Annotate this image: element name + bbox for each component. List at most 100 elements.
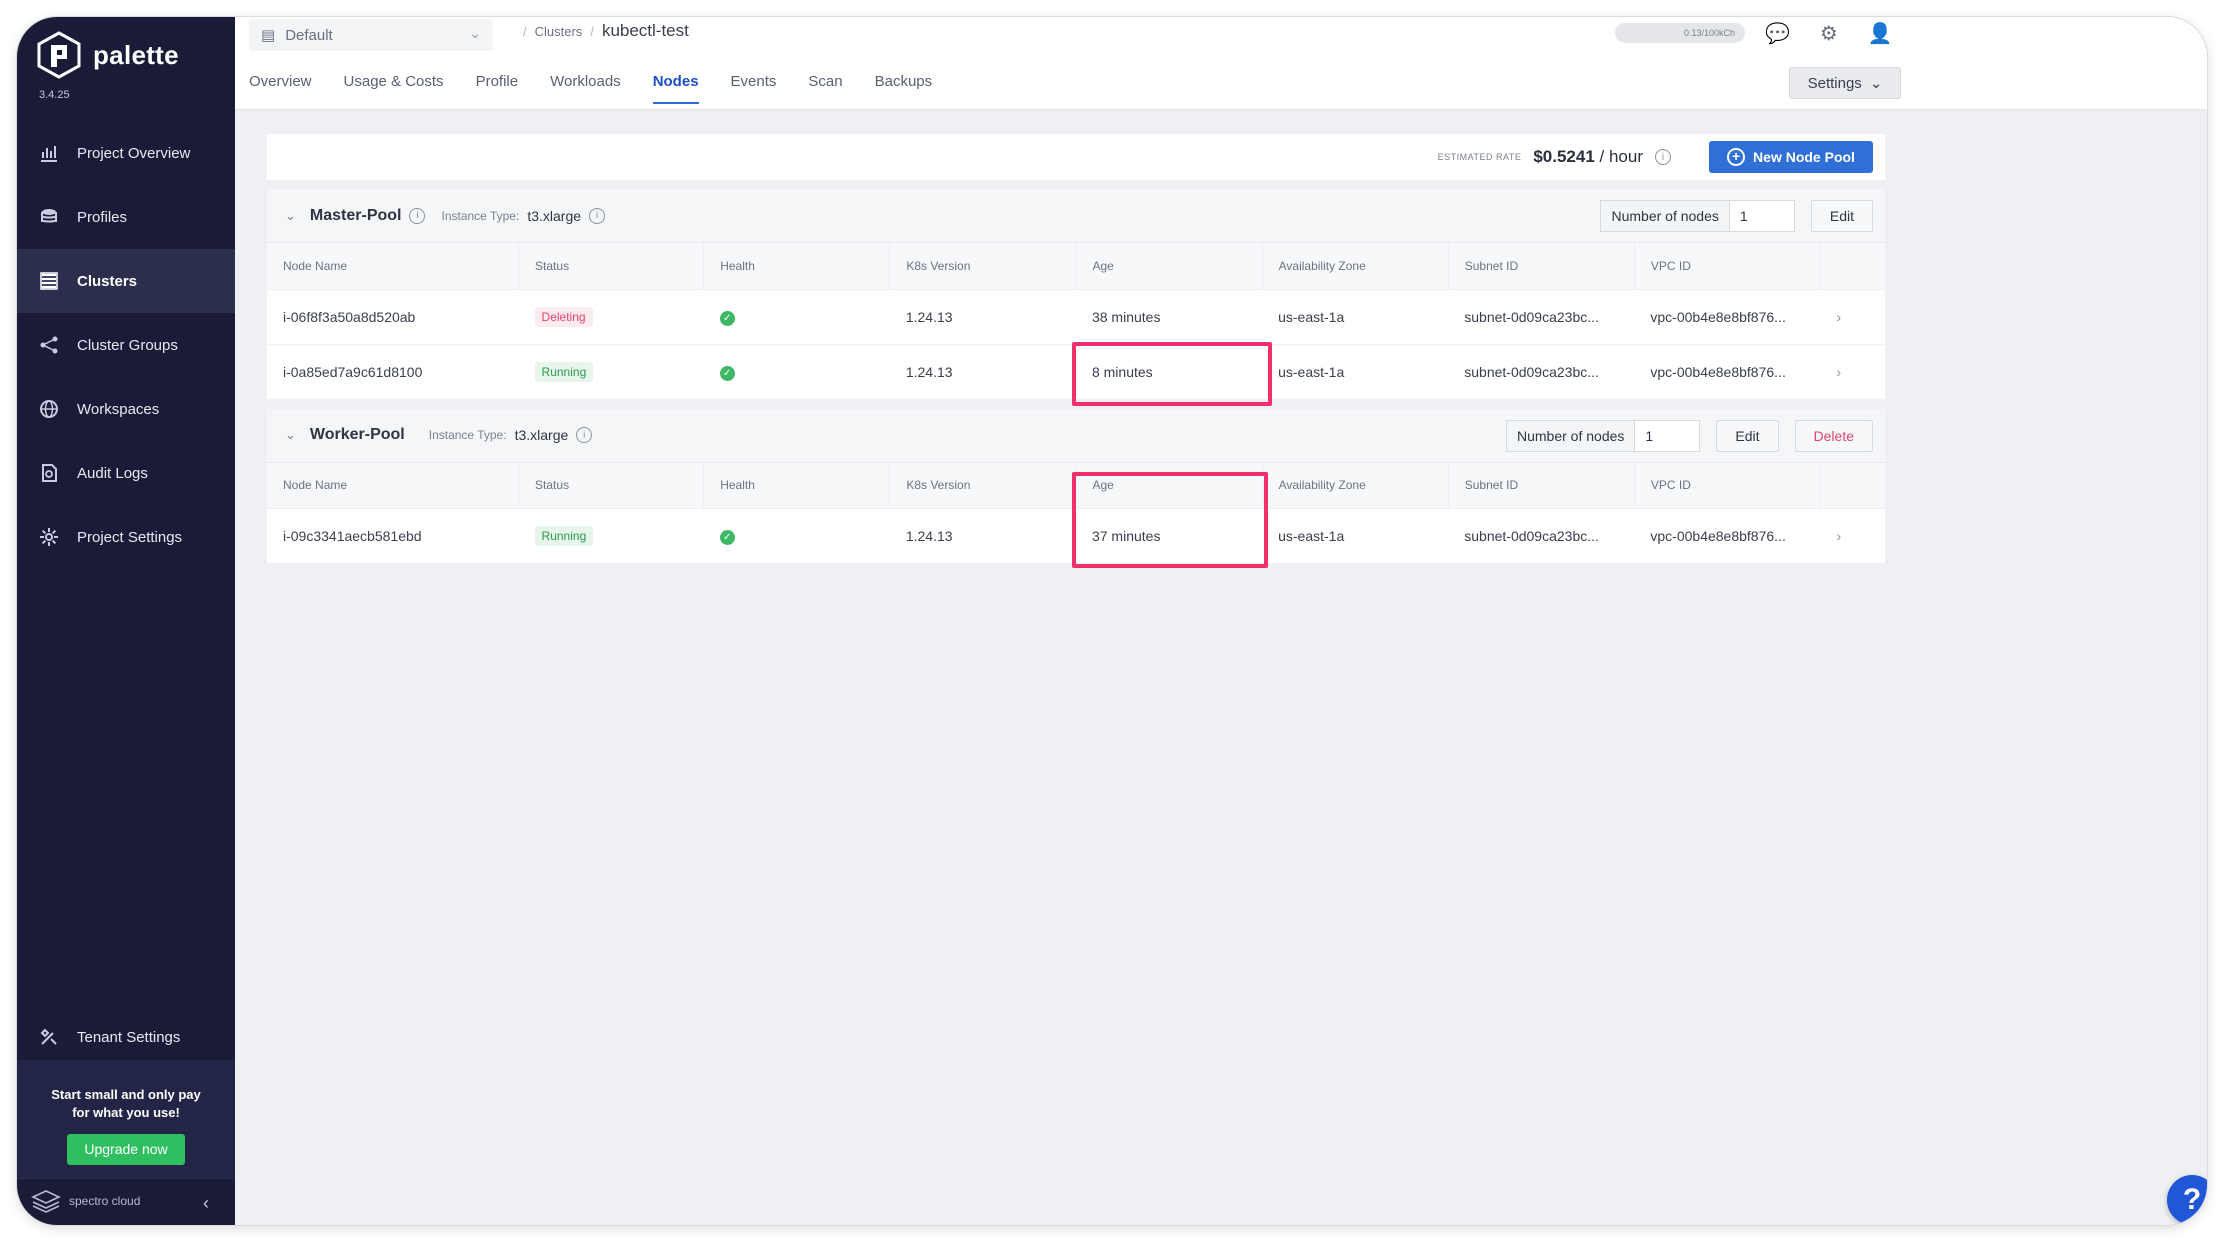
info-icon[interactable]: i <box>576 427 593 443</box>
globe-icon <box>40 400 58 418</box>
breadcrumb-separator: / <box>590 23 594 39</box>
network-icon <box>40 336 58 354</box>
health-cell: ✓ <box>703 508 890 564</box>
settings-dropdown-button[interactable]: Settings ⌄ <box>1789 67 1901 99</box>
gear-icon <box>40 528 58 546</box>
column-header[interactable]: VPC ID <box>1633 243 1821 290</box>
column-header[interactable]: Node Name <box>267 243 519 290</box>
top-bar: ▤ Default ⌄ / Clusters / kubectl-test 0.… <box>235 17 2207 110</box>
column-header[interactable]: Availability Zone <box>1261 243 1449 290</box>
column-header <box>1820 462 1885 509</box>
row-expand-cell[interactable]: › <box>1820 289 1885 345</box>
tab-scan[interactable]: Scan <box>808 73 842 104</box>
table-header-row: Node Name Status Health K8s Version Age … <box>267 462 1885 509</box>
info-icon[interactable]: i <box>589 207 606 224</box>
sidebar-item-workspaces[interactable]: Workspaces <box>17 377 235 441</box>
upgrade-button[interactable]: Upgrade now <box>67 1134 185 1165</box>
column-header[interactable]: K8s Version <box>889 243 1076 290</box>
column-header[interactable]: Age <box>1075 243 1263 290</box>
availability-zone: us-east-1a <box>1262 289 1449 345</box>
chat-icon[interactable]: 💬 <box>1765 21 1790 46</box>
chevron-right-icon[interactable]: › <box>1837 364 1842 380</box>
user-icon[interactable]: 👤 <box>1868 21 1893 46</box>
collapse-sidebar-icon[interactable]: ‹ <box>203 1193 209 1214</box>
check-circle-icon: ✓ <box>719 365 735 381</box>
chevron-right-icon[interactable]: › <box>1837 309 1842 325</box>
spectro-logo-icon <box>31 1190 61 1213</box>
column-header[interactable]: Availability Zone <box>1261 462 1449 509</box>
rate-unit: / hour <box>1594 147 1643 166</box>
chevron-right-icon[interactable]: › <box>1837 528 1842 544</box>
row-expand-cell[interactable]: › <box>1820 344 1885 400</box>
clusters-icon <box>40 272 58 290</box>
sidebar-item-project-overview[interactable]: Project Overview <box>17 121 235 185</box>
number-of-nodes-field: Number of nodes 1 <box>1600 200 1795 232</box>
promo-line-1: Start small and only pay <box>51 1087 201 1102</box>
number-of-nodes-input[interactable]: 1 <box>1730 201 1794 231</box>
tab-backups[interactable]: Backups <box>875 73 933 104</box>
tab-nodes[interactable]: Nodes <box>652 73 699 104</box>
column-header[interactable]: Health <box>703 462 890 509</box>
rate-bar: ESTIMATED RATE $0.5241 / hour i + New No… <box>267 134 1885 180</box>
logo[interactable]: palette <box>37 31 179 79</box>
delete-button[interactable]: Delete <box>1794 419 1873 452</box>
column-header[interactable]: K8s Version <box>889 462 1076 509</box>
status-badge: Running <box>534 526 594 546</box>
nodes-table: Node Name Status Health K8s Version Age … <box>267 243 1885 400</box>
column-header[interactable]: Age <box>1075 462 1263 509</box>
project-select[interactable]: ▤ Default ⌄ <box>249 19 493 51</box>
column-header[interactable]: Subnet ID <box>1447 462 1635 509</box>
chart-icon <box>41 146 57 162</box>
table-row[interactable]: i-0a85ed7a9c61d8100 Running ✓ 1.24.13 8 … <box>267 344 1885 400</box>
instance-type-value: t3.xlarge <box>527 207 582 224</box>
vpc-id: vpc-00b4e8e8bf876... <box>1634 508 1821 564</box>
sidebar-item-label: Tenant Settings <box>77 1028 181 1046</box>
settings-gear-icon[interactable]: ⚙ <box>1820 21 1838 46</box>
number-of-nodes-input[interactable]: 1 <box>1635 421 1699 451</box>
row-expand-cell[interactable]: › <box>1820 508 1885 564</box>
edit-button[interactable]: Edit <box>1810 200 1873 232</box>
sidebar-item-clusters[interactable]: Clusters <box>17 249 235 313</box>
table-row[interactable]: i-06f8f3a50a8d520ab Deleting ✓ 1.24.13 3… <box>267 289 1885 345</box>
tab-profile[interactable]: Profile <box>476 73 519 104</box>
sidebar-item-audit-logs[interactable]: Audit Logs <box>17 441 235 505</box>
breadcrumb-clusters[interactable]: Clusters <box>535 24 583 39</box>
column-header[interactable]: Node Name <box>267 462 519 509</box>
tab-workloads[interactable]: Workloads <box>550 73 621 104</box>
estimated-rate-label: ESTIMATED RATE <box>1437 152 1522 162</box>
subnet-id: subnet-0d09ca23bc... <box>1448 344 1635 400</box>
new-node-pool-button[interactable]: + New Node Pool <box>1709 141 1873 173</box>
chevron-down-icon[interactable]: ⌄ <box>285 208 296 224</box>
status-badge: Running <box>534 361 594 382</box>
info-icon[interactable]: i <box>1655 149 1671 165</box>
help-button[interactable]: ? <box>2167 1175 2207 1225</box>
column-header[interactable]: Status <box>518 462 704 509</box>
column-header[interactable]: Health <box>703 243 890 290</box>
tab-events[interactable]: Events <box>731 73 777 104</box>
settings-label: Settings <box>1807 74 1862 92</box>
tab-usage-costs[interactable]: Usage & Costs <box>344 73 444 104</box>
instance-type-label: Instance Type: <box>441 208 520 223</box>
sidebar-item-label: Project Settings <box>77 528 183 546</box>
status-cell: Deleting <box>518 289 704 345</box>
palette-logo-icon <box>37 31 81 79</box>
status-cell: Running <box>518 344 704 400</box>
column-header[interactable]: VPC ID <box>1633 462 1821 509</box>
column-header[interactable]: Subnet ID <box>1447 243 1635 290</box>
availability-zone: us-east-1a <box>1262 344 1449 400</box>
sidebar-item-profiles[interactable]: Profiles <box>17 185 235 249</box>
sidebar-item-cluster-groups[interactable]: Cluster Groups <box>17 313 235 377</box>
chevron-down-icon[interactable]: ⌄ <box>285 427 296 443</box>
edit-button[interactable]: Edit <box>1716 419 1779 452</box>
info-icon[interactable]: i <box>409 207 426 224</box>
sidebar-item-project-settings[interactable]: Project Settings <box>17 505 235 569</box>
top-icons: 💬 ⚙ 👤 <box>1765 21 1893 46</box>
column-header[interactable]: Status <box>518 243 704 290</box>
tab-overview[interactable]: Overview <box>249 73 312 104</box>
nodes-table: Node Name Status Health K8s Version Age … <box>267 462 1885 564</box>
number-of-nodes-label: Number of nodes <box>1601 201 1730 231</box>
column-header <box>1820 243 1885 290</box>
document-icon <box>42 464 57 482</box>
table-row[interactable]: i-09c3341aecb581ebd Running ✓ 1.24.13 37… <box>267 508 1885 564</box>
k8s-version: 1.24.13 <box>889 289 1076 345</box>
